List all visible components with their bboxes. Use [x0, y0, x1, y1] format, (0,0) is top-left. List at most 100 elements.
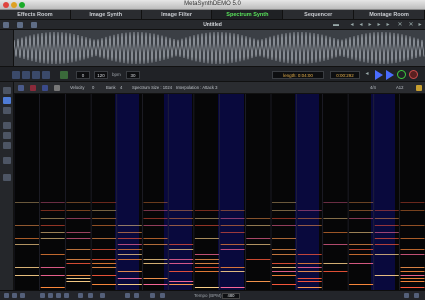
- tab-image-filter[interactable]: Image Filter: [142, 10, 213, 19]
- transport-rewind-icon[interactable]: ◂: [364, 71, 370, 77]
- spectrum-partial: [298, 278, 322, 279]
- spectrum-partial: [15, 275, 39, 276]
- spectrum-partial: [169, 249, 193, 250]
- waveform-overview[interactable]: [14, 30, 425, 66]
- velocity-value[interactable]: 0: [92, 82, 94, 94]
- spectrum-partial: [195, 225, 219, 226]
- status-icon-right-2[interactable]: [414, 293, 419, 298]
- spectrum-partial: [401, 275, 425, 276]
- eraser-tool-icon[interactable]: [3, 142, 11, 149]
- step-back-icon[interactable]: ◂: [358, 22, 364, 28]
- right-value-1[interactable]: 4/4: [370, 82, 376, 94]
- spectrum-partial: [298, 271, 322, 272]
- select-tool-icon[interactable]: [3, 87, 11, 94]
- spectrum-partial: [272, 218, 296, 219]
- status-icon-11[interactable]: [125, 293, 130, 298]
- spectrum-partial: [221, 244, 245, 245]
- transport-field-c[interactable]: 30: [126, 71, 140, 79]
- transport-field-a[interactable]: 0: [76, 71, 90, 79]
- tool-button-4[interactable]: [42, 71, 50, 79]
- spectrum-partial: [92, 259, 116, 260]
- right-value-2[interactable]: A12: [396, 82, 403, 94]
- status-icon-right-1[interactable]: [404, 293, 409, 298]
- tool-palette: [0, 82, 14, 290]
- loop-play-icon[interactable]: [397, 70, 406, 79]
- status-icon-6[interactable]: [56, 293, 61, 298]
- mode-button[interactable]: [60, 71, 68, 79]
- spectrum-partial: [401, 278, 425, 279]
- tempo-value[interactable]: 480: [222, 293, 240, 299]
- spectrum-partial: [195, 238, 219, 239]
- record-icon[interactable]: ▬: [333, 22, 339, 28]
- status-icon-14[interactable]: [160, 293, 165, 298]
- spectrum-partial: [144, 210, 168, 211]
- spectrum-tool-icon-2[interactable]: [30, 85, 36, 91]
- more-icon[interactable]: ▸: [417, 22, 423, 28]
- spectrum-partial: [118, 271, 142, 272]
- status-icon-5[interactable]: [48, 293, 53, 298]
- tab-effects-room[interactable]: Effects Room: [0, 10, 71, 19]
- spectrum-partial: [66, 210, 90, 211]
- spectrum-partial: [221, 249, 245, 250]
- spectrum-size-label[interactable]: Spectrum Size : 1024: [132, 82, 172, 94]
- spectrum-partial: [221, 218, 245, 219]
- spectrum-partial: [323, 244, 347, 245]
- spectrum-partial: [401, 287, 425, 288]
- spectrum-tool-icon-3[interactable]: [42, 85, 48, 91]
- spectrum-partial: [66, 238, 90, 239]
- spectrum-partial: [41, 267, 65, 268]
- spectrum-partial: [41, 238, 65, 239]
- pen-tool-icon[interactable]: [3, 122, 11, 129]
- room-tabs: Effects Room Image Synth Image Filter Sp…: [0, 10, 425, 20]
- spectrum-partial: [41, 275, 65, 276]
- spectrum-partial: [169, 210, 193, 211]
- status-icon-8[interactable]: [78, 293, 83, 298]
- tool-button-2[interactable]: [22, 71, 30, 79]
- tab-montage-room[interactable]: Montage Room: [354, 10, 425, 19]
- status-icon-2[interactable]: [12, 293, 17, 298]
- status-icon-3[interactable]: [20, 293, 25, 298]
- spectrum-partial: [92, 202, 116, 203]
- loop-icon[interactable]: ▸: [385, 22, 391, 28]
- color-palette-icon[interactable]: [416, 85, 422, 91]
- line-tool-icon[interactable]: [3, 132, 11, 139]
- spectrum-partial: [41, 210, 65, 211]
- spray-tool-icon[interactable]: [3, 107, 11, 114]
- spectrum-band-3: [218, 94, 244, 290]
- interpolation-label[interactable]: Interpolation : Attack 3: [176, 82, 217, 94]
- brush-tool-icon[interactable]: [3, 97, 11, 104]
- close-x2-icon[interactable]: ✕: [408, 22, 414, 28]
- status-icon-10[interactable]: [100, 293, 105, 298]
- status-icon-12[interactable]: [134, 293, 139, 298]
- status-icon-13[interactable]: [150, 293, 155, 298]
- record-button-icon[interactable]: [409, 70, 418, 79]
- spectrum-tool-icon-1[interactable]: [18, 85, 24, 91]
- magic-tool-icon[interactable]: [3, 174, 11, 181]
- spectrum-partial: [323, 263, 347, 264]
- spectrum-partial: [195, 271, 219, 272]
- tool-button-3[interactable]: [32, 71, 40, 79]
- rewind-icon[interactable]: ◂: [349, 22, 355, 28]
- tab-spectrum-synth[interactable]: Spectrum Synth: [212, 10, 283, 19]
- transport-field-b[interactable]: 120: [94, 71, 108, 79]
- tool-button-1[interactable]: [12, 71, 20, 79]
- status-icon-9[interactable]: [88, 293, 93, 298]
- status-icon-1[interactable]: [4, 293, 9, 298]
- fast-forward-icon[interactable]: ▸: [376, 22, 382, 28]
- spectrum-tool-icon-4[interactable]: [54, 85, 60, 91]
- grid-tool-icon[interactable]: [3, 157, 11, 164]
- step-forward-icon[interactable]: ▸: [367, 22, 373, 28]
- spectrum-partial: [375, 238, 399, 239]
- spectrum-canvas[interactable]: [14, 94, 425, 290]
- bank-value[interactable]: 4: [120, 82, 122, 94]
- spectrum-partial: [144, 244, 168, 245]
- status-icon-4[interactable]: [40, 293, 45, 298]
- play-loop-icon[interactable]: [386, 70, 394, 80]
- tab-sequencer[interactable]: Sequencer: [283, 10, 354, 19]
- close-x-icon[interactable]: ✕: [397, 22, 403, 28]
- tab-image-synth[interactable]: Image Synth: [71, 10, 142, 19]
- spectrum-partial: [375, 225, 399, 226]
- play-icon[interactable]: [375, 70, 383, 80]
- status-icon-7[interactable]: [64, 293, 69, 298]
- spectrum-partial: [118, 284, 142, 285]
